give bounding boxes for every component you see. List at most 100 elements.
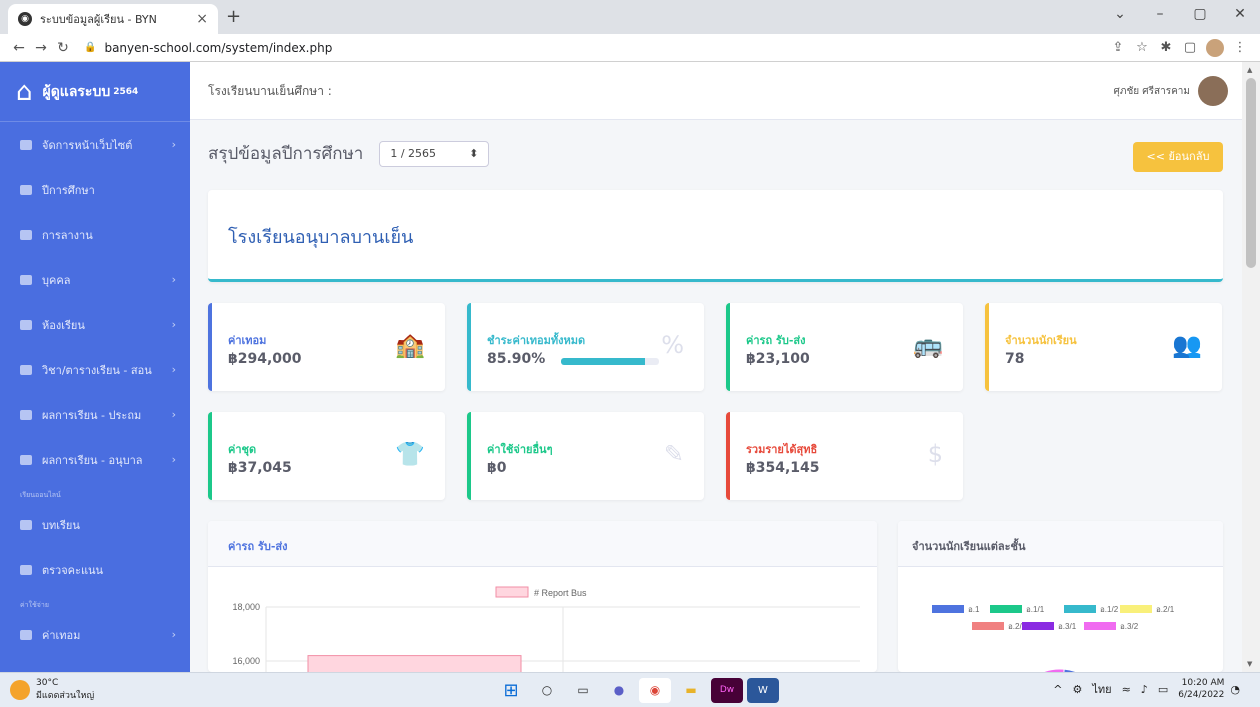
windows-start-icon[interactable]: ⊞ bbox=[495, 678, 527, 703]
students-pie-chart: อ.1 อ.1/1 อ.1/2 อ.2/1อ.2/2 อ.3/1 อ.3/2 bbox=[932, 605, 1175, 672]
back-button[interactable]: << ย้อนกลับ bbox=[1133, 142, 1223, 172]
tab-title: ระบบข้อมูลผู้เรียน - BYN bbox=[40, 13, 157, 26]
user-menu[interactable]: ศุภชัย ศรีสารคาม bbox=[1114, 76, 1228, 106]
legend-label: อ.3/1 bbox=[1058, 622, 1077, 631]
sidebar-item-website[interactable]: จัดการหน้าเว็บไซต์ › bbox=[0, 122, 190, 167]
search-icon[interactable]: ○ bbox=[531, 678, 563, 703]
scroll-down-icon[interactable]: ▼ bbox=[1247, 660, 1252, 668]
sidebar-item-subjects[interactable]: วิชา/ตารางเรียน - สอน › bbox=[0, 347, 190, 392]
chevron-right-icon: › bbox=[171, 408, 176, 421]
dollar-icon: $ bbox=[927, 440, 943, 468]
sidebar-heading-online: เรียนออนไลน์ bbox=[20, 491, 61, 499]
tab-close-icon[interactable]: × bbox=[196, 11, 208, 27]
people-icon bbox=[20, 274, 32, 285]
page-scrollbar[interactable]: ▲ ▼ bbox=[1242, 62, 1260, 672]
language-indicator[interactable]: ไทย bbox=[1092, 680, 1111, 698]
forward-arrow-icon[interactable]: → bbox=[30, 40, 52, 56]
stat-label: ค่ารถ รับ-ส่ง bbox=[746, 334, 806, 347]
sidebar-item-label: ปีการศึกษา bbox=[42, 183, 95, 197]
sidepanel-icon[interactable]: ▢ bbox=[1178, 40, 1202, 55]
dreamweaver-icon[interactable]: Dw bbox=[711, 678, 743, 703]
extensions-icon[interactable]: ✱ bbox=[1154, 40, 1178, 55]
sidebar-item-tuition[interactable]: ค่าเทอม › bbox=[0, 612, 190, 657]
stat-card-uniform: ค่าชุด ฿37,045 👕 bbox=[208, 412, 445, 500]
page-header: สรุปข้อมูลปีการศึกษา 1 / 2565 ⬍ bbox=[208, 140, 490, 167]
sidebar-item-scores[interactable]: ตรวจคะแนน bbox=[0, 547, 190, 592]
clock-time: 10:20 AM bbox=[1181, 678, 1225, 688]
website-icon bbox=[20, 139, 32, 150]
close-window-button[interactable]: ✕ bbox=[1220, 0, 1260, 34]
maximize-button[interactable]: ▢ bbox=[1180, 0, 1220, 34]
money-icon bbox=[20, 629, 32, 640]
year-select[interactable]: 1 / 2565 ⬍ bbox=[379, 140, 490, 167]
url-text: banyen-school.com/system/index.php bbox=[104, 40, 333, 55]
sidebar-item-classrooms[interactable]: ห้องเรียน › bbox=[0, 302, 190, 347]
school-icon: 🏫 bbox=[395, 331, 425, 359]
students-chart-panel: จำนวนนักเรียนแต่ละชั้น อ.1 อ.1/1 อ.1/2 อ.2/… bbox=[898, 521, 1223, 672]
sidebar-item-kinder-results[interactable]: ผลการเรียน - อนุบาล › bbox=[0, 437, 190, 482]
year-select-value: 1 / 2565 bbox=[390, 147, 437, 160]
sidebar-item-academic-year[interactable]: ปีการศึกษา bbox=[0, 167, 190, 212]
chrome-icon[interactable]: ◉ bbox=[639, 678, 671, 703]
avatar bbox=[1198, 76, 1228, 106]
stat-label: ค่าเทอม bbox=[228, 334, 267, 347]
notification-icon[interactable]: ◔ bbox=[1230, 683, 1240, 696]
legend-swatch bbox=[1022, 622, 1054, 630]
y-tick-label: 16,000 bbox=[232, 656, 260, 666]
stat-value: ฿294,000 bbox=[228, 351, 302, 367]
brand-year: 2564 bbox=[113, 86, 139, 97]
stat-card-tuition: ค่าเทอม ฿294,000 🏫 bbox=[208, 303, 445, 391]
wifi-icon[interactable]: ≈ bbox=[1122, 683, 1131, 696]
volume-icon[interactable]: ♪ bbox=[1141, 683, 1148, 696]
network-app-icon[interactable]: ⚙ bbox=[1072, 683, 1082, 696]
menu-dots-icon[interactable]: ⋮ bbox=[1228, 40, 1252, 55]
bus-chart-panel: ค่ารถ รับ-ส่ง # Report Bus18,00016,00014… bbox=[208, 521, 877, 672]
stat-card-bus: ค่ารถ รับ-ส่ง ฿23,100 🚌 bbox=[726, 303, 963, 391]
legend-label: อ.2/1 bbox=[1156, 605, 1175, 614]
bus-chart: # Report Bus18,00016,00014,000 bbox=[232, 586, 860, 672]
bus-icon: 🚌 bbox=[913, 331, 943, 359]
clock-date: 6/24/2022 bbox=[1178, 690, 1225, 700]
sidebar-item-primary-results[interactable]: ผลการเรียน - ประถม › bbox=[0, 392, 190, 437]
battery-icon[interactable]: ▭ bbox=[1158, 683, 1168, 696]
browser-actions: ⇪ ☆ ✱ ▢ ⋮ bbox=[1106, 38, 1252, 57]
panel-title: จำนวนนักเรียนแต่ละชั้น bbox=[898, 521, 1223, 567]
school-card: โรงเรียนอนุบาลบานเย็น bbox=[208, 190, 1223, 282]
minimize-button[interactable]: – bbox=[1140, 0, 1180, 34]
browser-tab[interactable]: ◉ ระบบข้อมูลผู้เรียน - BYN × bbox=[8, 4, 218, 34]
chevron-up-icon[interactable]: ^ bbox=[1053, 683, 1062, 696]
reload-icon[interactable]: ↻ bbox=[52, 40, 74, 56]
back-arrow-icon[interactable]: ← bbox=[8, 40, 30, 56]
file-explorer-icon[interactable]: ▬ bbox=[675, 678, 707, 703]
share-icon[interactable]: ⇪ bbox=[1106, 40, 1130, 55]
chevron-right-icon: › bbox=[171, 318, 176, 331]
task-view-icon[interactable]: ▭ bbox=[567, 678, 599, 703]
stat-label: ชำระค่าเทอมทั้งหมด bbox=[487, 334, 586, 347]
weather-widget[interactable]: 30°C มีแดดส่วนใหญ่ bbox=[10, 678, 94, 702]
sun-icon bbox=[10, 680, 30, 700]
clock[interactable]: 10:20 AM 6/24/2022 bbox=[1178, 677, 1224, 701]
stat-card-net-income: รวมรายได้สุทธิ ฿354,145 $ bbox=[726, 412, 963, 500]
calendar-icon bbox=[20, 184, 32, 195]
word-icon[interactable]: W bbox=[747, 678, 779, 703]
window-controls: ⌄ – ▢ ✕ bbox=[1100, 0, 1260, 34]
legend-swatch bbox=[1120, 605, 1152, 613]
sidebar-item-lessons[interactable]: บทเรียน bbox=[0, 502, 190, 547]
chat-icon[interactable]: ● bbox=[603, 678, 635, 703]
legend-label: อ.1 bbox=[968, 605, 980, 614]
lock-icon: 🔒 bbox=[84, 42, 97, 53]
pen-icon: ✎ bbox=[663, 440, 684, 468]
scroll-up-icon[interactable]: ▲ bbox=[1247, 66, 1252, 74]
profile-avatar[interactable] bbox=[1206, 38, 1224, 57]
url-field[interactable]: 🔒 banyen-school.com/system/index.php bbox=[84, 41, 332, 55]
sidebar-item-people[interactable]: บุคคล › bbox=[0, 257, 190, 302]
new-tab-button[interactable]: + bbox=[226, 6, 241, 27]
legend-swatch bbox=[932, 605, 964, 613]
sidebar-brand[interactable]: ⌂ ผู้ดูแลระบบ 2564 bbox=[0, 62, 190, 122]
bookmark-star-icon[interactable]: ☆ bbox=[1130, 40, 1154, 55]
tab-search-icon[interactable]: ⌄ bbox=[1100, 0, 1140, 34]
scrollbar-thumb[interactable] bbox=[1246, 78, 1256, 268]
stat-card-paid-percent: ชำระค่าเทอมทั้งหมด 85.90% % bbox=[467, 303, 704, 391]
sidebar-item-leave[interactable]: การลางาน bbox=[0, 212, 190, 257]
panel-title: ค่ารถ รับ-ส่ง bbox=[208, 521, 877, 567]
